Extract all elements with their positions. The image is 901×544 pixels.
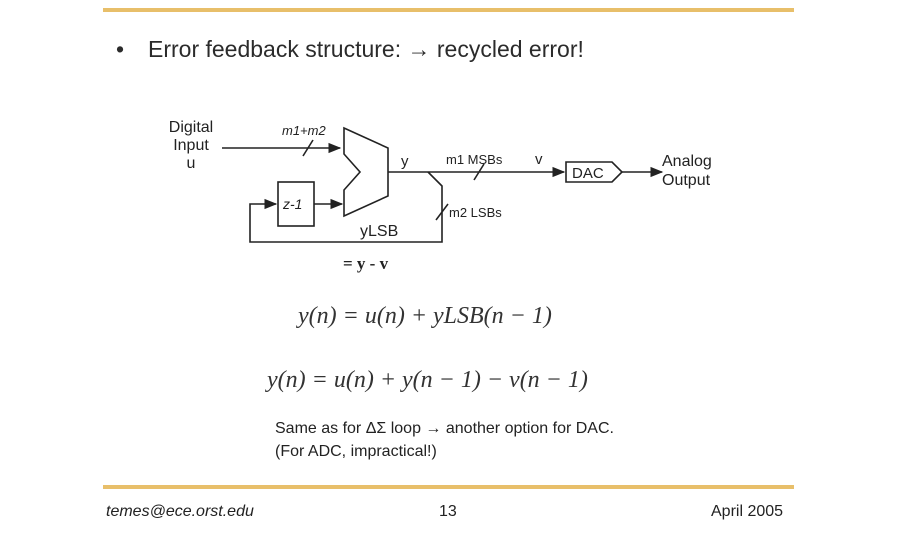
quantizer-output-label: y [401, 153, 409, 170]
lsb-bits-label: m2 LSBs [449, 205, 502, 220]
input-label-line2: Input [173, 137, 209, 154]
output-label-line2: Output [662, 172, 711, 189]
footer-email: temes@ece.orst.edu [106, 503, 254, 520]
delay-label: z-1 [282, 196, 302, 212]
input-bits-label: m1+m2 [282, 123, 326, 138]
input-label-line3: u [187, 155, 196, 172]
input-label-line1: Digital [169, 119, 213, 136]
note-line-1: Same as for ΔΣ loop → another option for… [275, 420, 614, 437]
msb-output-label: v [535, 151, 543, 168]
output-label-line1: Analog [662, 153, 712, 170]
bottom-divider [103, 485, 794, 489]
msb-bits-label: m1 MSBs [446, 152, 503, 167]
footer-date: April 2005 [711, 503, 784, 520]
note-line-2: (For ADC, impractical!) [275, 443, 437, 460]
lsb-definition: = y - v [343, 254, 389, 273]
error-feedback-diagram: Digital Input u m1+m2 y m1 MSBs v DAC An… [169, 119, 712, 273]
adder-quantizer-block [343, 126, 389, 218]
dac-label: DAC [572, 165, 604, 182]
footer-page-number: 13 [439, 503, 457, 520]
lsb-signal-label: yLSB [360, 223, 398, 240]
equation-1: y(n) = u(n) + yLSB(n − 1) [298, 303, 552, 329]
equation-2: y(n) = u(n) + y(n − 1) − v(n − 1) [267, 367, 588, 393]
